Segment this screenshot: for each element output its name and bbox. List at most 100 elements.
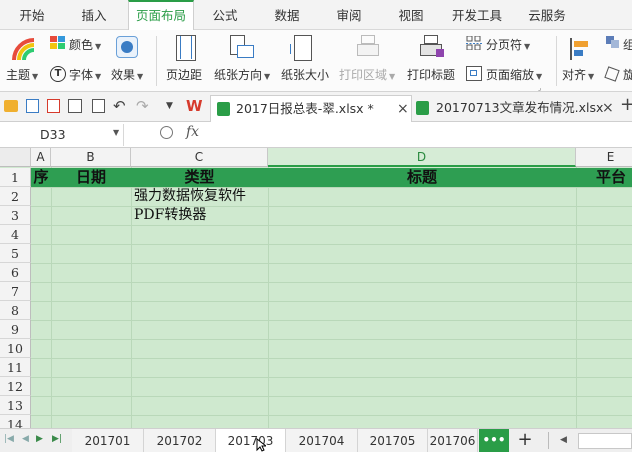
rotate-button[interactable]: 旋	[623, 66, 632, 83]
row-gridline	[31, 206, 632, 207]
row-header-9[interactable]: 9	[0, 320, 31, 339]
group-button[interactable]: 组	[623, 36, 632, 53]
dialog-launcher-icon[interactable]: ⌟	[538, 84, 541, 92]
name-box-dropdown-icon[interactable]: ▼	[113, 128, 119, 137]
scroll-left-icon[interactable]: ◀	[560, 435, 567, 445]
row-header-8[interactable]: 8	[0, 301, 31, 320]
tab-data[interactable]: 数据	[262, 0, 312, 30]
print-icon[interactable]	[68, 99, 82, 113]
doc-tab[interactable]: 20170713文章发布情况.xlsx ×	[414, 95, 618, 122]
cell-c3[interactable]: PDF转换器	[134, 206, 206, 225]
row-header-6[interactable]: 6	[0, 263, 31, 282]
cell-b1[interactable]: 日期	[51, 168, 131, 187]
paper-size-button[interactable]: 纸张大小	[281, 66, 329, 83]
column-header-d[interactable]: D	[268, 148, 576, 167]
open-folder-icon[interactable]	[4, 100, 18, 112]
cell-c1[interactable]: 类型	[131, 168, 268, 187]
row-header-14[interactable]: 14	[0, 415, 31, 428]
formula-input[interactable]	[216, 124, 626, 146]
print-area-button[interactable]: 打印区域 ▼	[339, 66, 395, 83]
margins-button[interactable]: 页边距	[166, 66, 202, 83]
cell-e1[interactable]: 平台	[576, 168, 632, 187]
last-sheet-icon[interactable]: ▶|	[52, 434, 62, 444]
tab-cloud[interactable]: 云服务	[516, 0, 578, 30]
more-sheets-button[interactable]: •••	[479, 429, 509, 452]
column-header-c[interactable]: C	[131, 148, 268, 167]
tab-review[interactable]: 审阅	[324, 0, 374, 30]
colors-button[interactable]: 颜色 ▼	[69, 36, 101, 53]
theme-button[interactable]	[10, 36, 38, 62]
mouse-cursor-icon	[256, 438, 266, 452]
undo-icon[interactable]: ↶	[113, 97, 126, 115]
column-gridline	[51, 167, 52, 428]
save-icon[interactable]	[26, 99, 39, 113]
sheet-tab-201703[interactable]: 201703	[216, 429, 286, 452]
column-gridline	[576, 167, 577, 428]
row-header-1[interactable]: 1	[0, 168, 31, 187]
row-gridline	[31, 225, 632, 226]
new-tab-icon[interactable]: +	[620, 94, 632, 115]
row-gridline	[31, 396, 632, 397]
tab-insert[interactable]: 插入	[70, 0, 118, 30]
row-header-3[interactable]: 3	[0, 206, 31, 225]
cell-d1[interactable]: 标题	[268, 168, 576, 187]
close-icon[interactable]: ×	[397, 96, 409, 122]
column-header-e[interactable]: E	[576, 148, 632, 167]
sheet-tab-201702[interactable]: 201702	[144, 429, 216, 452]
row-header-7[interactable]: 7	[0, 282, 31, 301]
row-header-10[interactable]: 10	[0, 339, 31, 358]
align-button[interactable]: 对齐 ▼	[562, 66, 594, 83]
tab-developer[interactable]: 开发工具	[446, 0, 508, 30]
separator	[548, 432, 549, 449]
spreadsheet-grid[interactable]: A B C D E 1 2 3 4 5 6 7 8 9 10 11 12 13 14 序 日期 类型 标题…	[0, 148, 632, 428]
column-header-a[interactable]: A	[31, 148, 51, 167]
close-icon[interactable]: ×	[602, 95, 614, 121]
page-break-button[interactable]: 分页符 ▼	[486, 36, 530, 53]
doc-tab-active[interactable]: 2017日报总表-翠.xlsx * ×	[210, 95, 412, 122]
orientation-icon	[228, 35, 254, 61]
horizontal-scrollbar[interactable]	[578, 433, 632, 449]
first-sheet-icon[interactable]: |◀	[4, 434, 14, 444]
customize-dropdown-icon[interactable]: ▼	[166, 101, 173, 111]
ribbon-toolbar: 主题 ▼ 颜色 ▼ T 字体 ▼ 效果 ▼ 页边距 纸张方向 ▼ 纸张大小 打印…	[0, 30, 632, 92]
print-titles-button[interactable]: 打印标题	[407, 66, 455, 83]
row-header-4[interactable]: 4	[0, 225, 31, 244]
row-gridline	[31, 320, 632, 321]
name-box[interactable]: D33	[0, 124, 124, 146]
orientation-button[interactable]: 纸张方向 ▼	[214, 66, 270, 83]
theme-label[interactable]: 主题 ▼	[6, 66, 38, 83]
row-header-2[interactable]: 2	[0, 187, 31, 206]
select-all-corner[interactable]	[0, 148, 31, 167]
tab-page-layout[interactable]: 页面布局	[128, 0, 194, 31]
tab-view[interactable]: 视图	[386, 0, 436, 30]
row-gridline	[31, 187, 632, 188]
cell-c2[interactable]: 强力数据恢复软件	[134, 187, 246, 206]
fonts-button[interactable]: 字体 ▼	[69, 66, 101, 83]
effects-button[interactable]: 效果 ▼	[111, 66, 143, 83]
row-header-12[interactable]: 12	[0, 377, 31, 396]
sheet-tab-201704[interactable]: 201704	[286, 429, 358, 452]
add-sheet-button[interactable]: +	[512, 429, 538, 452]
row-header-13[interactable]: 13	[0, 396, 31, 415]
row-gridline	[31, 301, 632, 302]
paper-size-icon	[290, 35, 312, 61]
tab-home[interactable]: 开始	[8, 0, 56, 30]
cell-a1[interactable]: 序	[31, 168, 51, 187]
page-zoom-button[interactable]: 页面缩放 ▼	[486, 66, 542, 83]
sheet-tab-201701[interactable]: 201701	[72, 429, 144, 452]
print-preview-icon[interactable]	[92, 99, 105, 113]
formula-bar: D33 ▼ fx	[0, 122, 632, 148]
row-header-5[interactable]: 5	[0, 244, 31, 263]
tab-formulas[interactable]: 公式	[200, 0, 250, 30]
menu-bar: 开始 插入 页面布局 公式 数据 审阅 视图 开发工具 云服务	[0, 0, 632, 31]
prev-sheet-icon[interactable]: ◀	[22, 434, 29, 444]
next-sheet-icon[interactable]: ▶	[36, 434, 43, 444]
export-pdf-icon[interactable]	[47, 99, 60, 113]
sheet-tab-201706[interactable]: 201706	[428, 429, 478, 452]
fx-icon[interactable]: fx	[186, 124, 199, 140]
row-header-11[interactable]: 11	[0, 358, 31, 377]
zoom-icon[interactable]	[160, 126, 173, 139]
sheet-tab-201705[interactable]: 201705	[358, 429, 428, 452]
redo-icon[interactable]: ↷	[136, 97, 149, 115]
column-header-b[interactable]: B	[51, 148, 131, 167]
